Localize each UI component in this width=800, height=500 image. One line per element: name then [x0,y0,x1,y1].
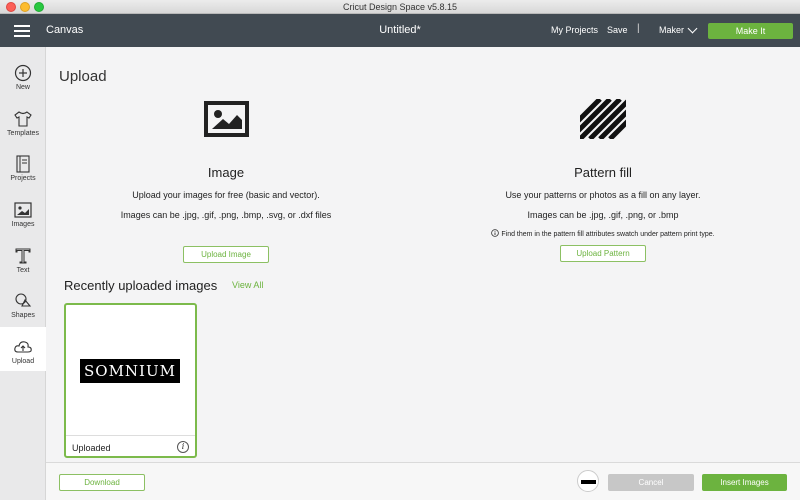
sidebar-item-label: Text [16,267,30,274]
app-header: Canvas Untitled* My Projects Save | Make… [0,14,800,47]
recent-uploads-title: Recently uploaded images [64,278,218,293]
uploaded-image-card[interactable]: SOMNIUM Uploaded i [64,303,197,458]
cloud-upload-icon [14,341,32,353]
left-sidebar: New Templates Projects Images Text Shape… [0,47,46,500]
pattern-option-description: Use your patterns or photos as a fill on… [505,190,701,200]
sidebar-item-templates[interactable]: Templates [0,99,46,143]
pattern-note-text: Find them in the pattern fill attributes… [501,231,715,238]
view-all-link[interactable]: View All [232,280,263,290]
window-close-button[interactable] [6,2,16,12]
footer-bar: Download Cancel Insert Images [46,462,800,500]
sidebar-item-projects[interactable]: Projects [0,144,46,188]
info-icon [491,229,500,237]
sidebar-item-upload[interactable]: Upload [0,327,46,371]
notebook-icon [16,155,30,173]
page-title: Upload [59,68,107,85]
insert-images-button[interactable]: Insert Images [702,474,787,491]
text-t-icon [15,248,31,264]
sidebar-item-label: Projects [10,175,36,182]
image-upload-section: Image Upload your images for free (basic… [71,99,381,263]
shirt-icon [14,111,32,127]
make-it-button[interactable]: Make It [708,23,793,39]
upload-image-button[interactable]: Upload Image [183,246,269,263]
window-zoom-button[interactable] [34,2,44,12]
uploaded-image-thumbnail: SOMNIUM [80,359,180,383]
upload-panel: Upload Image Upload your images for free… [46,47,800,462]
sidebar-item-text[interactable]: Text [0,236,46,280]
sidebar-item-label: Upload [11,358,35,365]
shapes-icon [15,293,32,307]
image-option-formats: Images can be .jpg, .gif, .png, .bmp, .s… [120,210,332,220]
sidebar-item-new[interactable]: New [0,53,46,97]
window-minimize-button[interactable] [20,2,30,12]
sidebar-item-label: Templates [7,130,39,137]
chevron-down-icon[interactable] [687,23,698,34]
pattern-upload-section: Pattern fill Use your patterns or photos… [448,99,758,262]
plus-circle-icon [14,64,32,82]
sidebar-item-shapes[interactable]: Shapes [0,281,46,325]
my-projects-link[interactable]: My Projects [551,25,598,35]
card-label: Uploaded [72,443,111,453]
upload-pattern-button[interactable]: Upload Pattern [560,245,646,262]
machine-select[interactable]: Maker [659,25,684,35]
selected-image-preview [577,470,599,492]
image-option-description: Upload your images for free (basic and v… [132,190,320,200]
window-titlebar: Cricut Design Space v5.8.15 [0,0,800,14]
sidebar-item-images[interactable]: Images [0,190,46,234]
canvas-label: Canvas [46,24,84,36]
window-title: Cricut Design Space v5.8.15 [342,2,458,12]
cancel-button[interactable]: Cancel [608,474,694,491]
card-divider [66,435,195,436]
hamburger-menu-icon[interactable] [14,25,30,37]
save-link[interactable]: Save [607,25,628,35]
header-separator: | [637,23,640,34]
sidebar-item-label: New [15,84,30,91]
pattern-option-title: Pattern fill [574,165,632,180]
pattern-option-note: Find them in the pattern fill attributes… [448,229,758,238]
diagonal-stripes-icon [580,99,626,139]
image-option-title: Image [207,165,245,180]
download-button[interactable]: Download [59,474,145,491]
sidebar-item-label: Shapes [11,312,35,319]
image-icon [204,101,249,137]
sidebar-item-label: Images [11,221,35,228]
info-icon[interactable]: i [177,441,189,453]
image-icon [14,202,32,218]
pattern-option-formats: Images can be .jpg, .gif, .png, or .bmp [527,210,679,220]
